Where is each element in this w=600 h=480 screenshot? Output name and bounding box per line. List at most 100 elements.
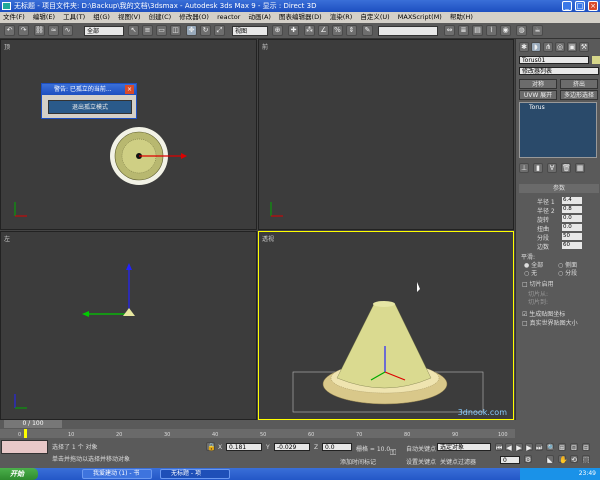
frame-marker[interactable] (24, 429, 27, 438)
pan-icon[interactable]: ✋ (558, 455, 568, 464)
key-mode-dropdown[interactable]: 选定对象 (437, 443, 491, 451)
prev-frame-icon[interactable]: ◀ (505, 443, 513, 452)
menu-rendering[interactable]: 渲染(R) (330, 13, 353, 21)
parameters-rollout[interactable]: 参数 (519, 184, 599, 193)
z-coord-field[interactable]: 0.0 (322, 443, 352, 451)
gen-map-checkbox[interactable]: ☑ 生成贴图坐标 (522, 309, 565, 318)
menu-group[interactable]: 组(G) (93, 13, 110, 21)
viewport-left[interactable]: 左 (0, 231, 257, 420)
rect-region-icon[interactable]: ▭ (156, 25, 167, 36)
menu-edit[interactable]: 编辑(E) (33, 13, 55, 21)
zoom-extents-icon[interactable]: ⊡ (570, 443, 578, 452)
stack-item-torus[interactable]: Torus (521, 104, 595, 111)
curve-editor-icon[interactable]: ⌇ (486, 25, 497, 36)
zoom-icon[interactable]: 🔍 (546, 443, 556, 452)
slice-on-checkbox[interactable]: □ 切片启用 (522, 279, 554, 288)
link-icon[interactable]: ⛓ (34, 25, 45, 36)
show-end-result-icon[interactable]: ▮ (533, 163, 543, 173)
selection-filter-dropdown[interactable]: 全部 (84, 26, 124, 36)
pin-stack-icon[interactable]: ⊥ (519, 163, 529, 173)
maximize-viewport-icon[interactable]: ⬚ (582, 455, 590, 464)
poly-select-button[interactable]: 多边形选择 (560, 90, 598, 100)
unlink-icon[interactable]: ≈ (48, 25, 59, 36)
track-bar[interactable]: 0 10 20 30 40 50 60 70 80 90 100 (0, 429, 515, 438)
smooth-segment-radio[interactable]: ○ 分段 (558, 268, 577, 277)
task-browser[interactable]: 我爱建动 (1) - 书 (82, 469, 152, 479)
key-filters-button[interactable]: 关键点过滤器 (440, 457, 476, 466)
rotate-icon[interactable]: ↻ (200, 25, 211, 36)
hierarchy-tab-icon[interactable]: ⋔ (543, 42, 553, 52)
remove-modifier-icon[interactable]: 🗑 (561, 163, 571, 173)
display-tab-icon[interactable]: ▣ (567, 42, 577, 52)
window-crossing-icon[interactable]: ◫ (170, 25, 181, 36)
render-setup-icon[interactable]: ◍ (516, 25, 527, 36)
viewport-perspective[interactable]: 透视 3dnook.com (258, 231, 514, 420)
named-selection-icon[interactable]: ✎ (362, 25, 373, 36)
bind-spacewarp-icon[interactable]: ∿ (62, 25, 73, 36)
current-frame-field[interactable]: 0 (500, 456, 520, 464)
mirror-icon[interactable]: ⇔ (444, 25, 455, 36)
undo-icon[interactable]: ↶ (4, 25, 15, 36)
smooth-none-radio[interactable]: ○ 无 (524, 268, 537, 277)
dialog-close-icon[interactable]: × (125, 85, 134, 94)
material-editor-icon[interactable]: ◉ (500, 25, 511, 36)
uvw-unwrap-button[interactable]: UVW 展开 (519, 90, 557, 100)
key-icon[interactable]: ⚿ (390, 448, 396, 458)
task-3dsmax[interactable]: 无标题 - 项 (160, 469, 230, 479)
redo-icon[interactable]: ↷ (18, 25, 29, 36)
zoom-extents-all-icon[interactable]: ⊟ (582, 443, 590, 452)
y-coord-field[interactable]: -0.029 (274, 443, 310, 451)
percent-snap-icon[interactable]: % (332, 25, 343, 36)
make-unique-icon[interactable]: ∀ (547, 163, 557, 173)
pivot-icon[interactable]: ⊕ (272, 25, 283, 36)
select-by-name-icon[interactable]: ≡ (142, 25, 153, 36)
play-icon[interactable]: ▶ (515, 443, 523, 452)
maximize-button[interactable]: □ (575, 1, 585, 11)
angle-snap-icon[interactable]: ∠ (318, 25, 329, 36)
quick-render-icon[interactable]: ☕ (532, 25, 543, 36)
create-tab-icon[interactable]: ✱ (519, 42, 529, 52)
motion-tab-icon[interactable]: ◎ (555, 42, 565, 52)
orbit-icon[interactable]: ⟲ (570, 455, 578, 464)
utilities-tab-icon[interactable]: ⚒ (579, 42, 589, 52)
real-world-checkbox[interactable]: □ 真实世界贴图大小 (522, 318, 578, 327)
scale-icon[interactable]: ⤢ (214, 25, 225, 36)
configure-sets-icon[interactable]: ▦ (575, 163, 585, 173)
move-icon[interactable]: ✥ (186, 25, 197, 36)
symmetry-button[interactable]: 对称 (519, 79, 557, 89)
viewport-front[interactable]: 前 (258, 39, 514, 230)
modifier-list-dropdown[interactable]: 修改器列表 (519, 67, 599, 75)
minimize-button[interactable]: _ (562, 1, 572, 11)
x-coord-field[interactable]: 0.181 (226, 443, 262, 451)
select-manipulate-icon[interactable]: ✚ (288, 25, 299, 36)
extrude-button[interactable]: 挤出 (560, 79, 598, 89)
menu-views[interactable]: 视图(V) (118, 13, 141, 21)
object-color-swatch[interactable] (592, 56, 600, 64)
menu-reactor[interactable]: reactor (217, 13, 240, 21)
menu-animation[interactable]: 动画(A) (248, 13, 271, 21)
add-time-tag[interactable]: 添加时间标记 (340, 457, 376, 466)
zoom-all-icon[interactable]: ⊞ (558, 443, 566, 452)
set-key-button[interactable]: 设置关键点 (406, 457, 436, 466)
goto-start-icon[interactable]: ⏮ (495, 443, 503, 452)
object-name-field[interactable]: Torus01 (519, 56, 589, 64)
layer-icon[interactable]: ▤ (472, 25, 483, 36)
goto-end-icon[interactable]: ⏭ (535, 443, 543, 452)
menu-tools[interactable]: 工具(T) (63, 13, 85, 21)
exit-isolation-button[interactable]: 退出孤立模式 (48, 100, 132, 114)
snap-icon[interactable]: ⁂ (304, 25, 315, 36)
fov-icon[interactable]: ◣ (546, 455, 554, 464)
menu-customize[interactable]: 自定义(U) (360, 13, 389, 21)
auto-key-button[interactable]: 自动关键点 (406, 444, 436, 453)
menu-modifiers[interactable]: 修改器(O) (179, 13, 209, 21)
menu-file[interactable]: 文件(F) (3, 13, 25, 21)
ref-coord-dropdown[interactable]: 视图 (232, 26, 268, 36)
menu-help[interactable]: 帮助(H) (450, 13, 473, 21)
close-button[interactable]: × (588, 1, 598, 11)
menu-create[interactable]: 创建(C) (149, 13, 172, 21)
named-selection-dropdown[interactable] (378, 26, 438, 36)
spinner-snap-icon[interactable]: ⇕ (346, 25, 357, 36)
maxscript-listener[interactable] (1, 440, 48, 454)
time-config-icon[interactable]: ⚙ (524, 455, 532, 464)
align-icon[interactable]: ≣ (458, 25, 469, 36)
